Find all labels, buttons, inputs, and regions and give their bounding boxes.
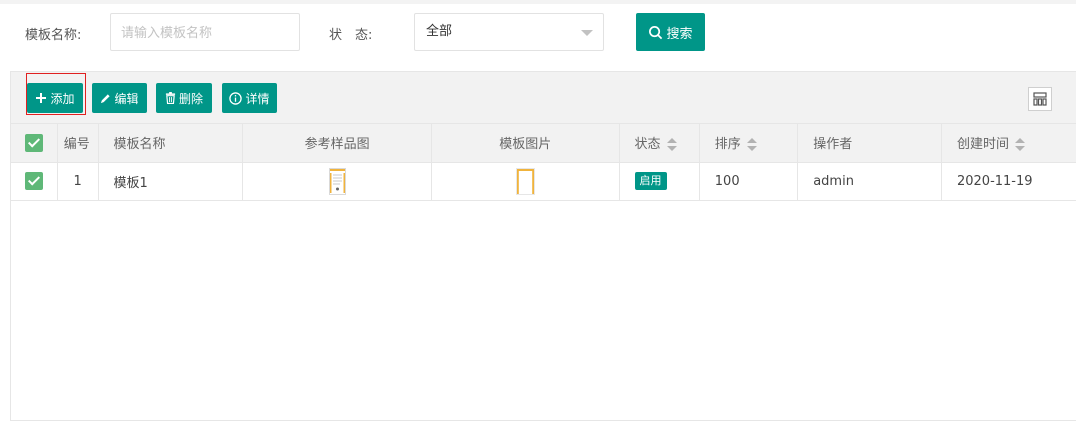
row-checkbox[interactable]: [24, 172, 43, 190]
table-row[interactable]: 1 模板1 启用 100 admin 2020-11-19: [11, 162, 1076, 201]
template-name-label: 模板名称:: [25, 28, 82, 43]
chevron-down-icon: [581, 30, 593, 36]
status-label: 状 态:: [329, 28, 373, 43]
template-thumbnail[interactable]: [515, 167, 535, 195]
sort-icon[interactable]: [746, 137, 757, 152]
status-select-value: 全部: [426, 24, 453, 39]
edit-button[interactable]: 编辑: [92, 83, 147, 113]
pencil-icon: [101, 93, 111, 103]
row-operator: admin: [797, 162, 942, 201]
row-name: 模板1: [98, 162, 244, 201]
header-status-label: 状态: [634, 137, 661, 153]
header-sort[interactable]: 排序: [699, 124, 799, 163]
detail-button[interactable]: 详情: [222, 83, 277, 113]
row-id: 1: [57, 162, 99, 201]
info-icon: [229, 91, 243, 105]
row-created: 2020-11-19: [941, 162, 1076, 201]
row-image-cell: [431, 162, 620, 201]
header-operator: 操作者: [797, 124, 942, 163]
table-toolbar: 添加 编辑 删除 详情: [11, 72, 1076, 124]
columns-icon: [1033, 92, 1047, 106]
sort-icon[interactable]: [666, 137, 677, 152]
add-button-highlight: [26, 73, 86, 115]
delete-button-label: 删除: [178, 91, 203, 106]
header-id: 编号: [57, 124, 99, 163]
edit-button-label: 编辑: [114, 91, 139, 106]
header-name: 模板名称: [98, 124, 244, 163]
delete-button[interactable]: 删除: [156, 83, 212, 113]
status-select[interactable]: 全部: [414, 13, 604, 51]
row-sample-cell: [242, 162, 433, 201]
column-settings-button[interactable]: [1028, 87, 1052, 111]
header-created-label: 创建时间: [956, 137, 1009, 153]
select-all-cell: [11, 124, 58, 163]
select-all-checkbox[interactable]: [24, 133, 43, 152]
header-created[interactable]: 创建时间: [941, 124, 1076, 163]
row-sort: 100: [699, 162, 799, 201]
search-icon: [649, 25, 663, 39]
template-name-input[interactable]: [110, 13, 300, 51]
status-badge: 启用: [634, 172, 667, 190]
header-image: 模板图片: [431, 124, 620, 163]
header-sample: 参考样品图: [242, 124, 433, 163]
sort-icon[interactable]: [1015, 137, 1025, 152]
search-button[interactable]: 搜索: [636, 13, 705, 51]
top-divider: [0, 0, 1076, 4]
table-header-row: 编号 模板名称 参考样品图 模板图片 状态 排序 操作者 创建时间: [11, 124, 1076, 163]
trash-icon: [165, 92, 176, 104]
template-table-panel: 添加 编辑 删除 详情 编号 模板名称 参考样品图 模板图片 状态 排序 操作者…: [10, 71, 1076, 421]
header-sort-label: 排序: [714, 137, 741, 153]
search-button-label: 搜索: [666, 26, 693, 42]
sample-thumbnail[interactable]: [328, 167, 346, 195]
template-table: 编号 模板名称 参考样品图 模板图片 状态 排序 操作者 创建时间 1 模板1 …: [11, 124, 1076, 201]
header-status[interactable]: 状态: [619, 124, 700, 163]
row-status-cell: 启用: [619, 162, 700, 201]
detail-button-label: 详情: [245, 91, 270, 106]
row-select-cell: [11, 162, 58, 201]
